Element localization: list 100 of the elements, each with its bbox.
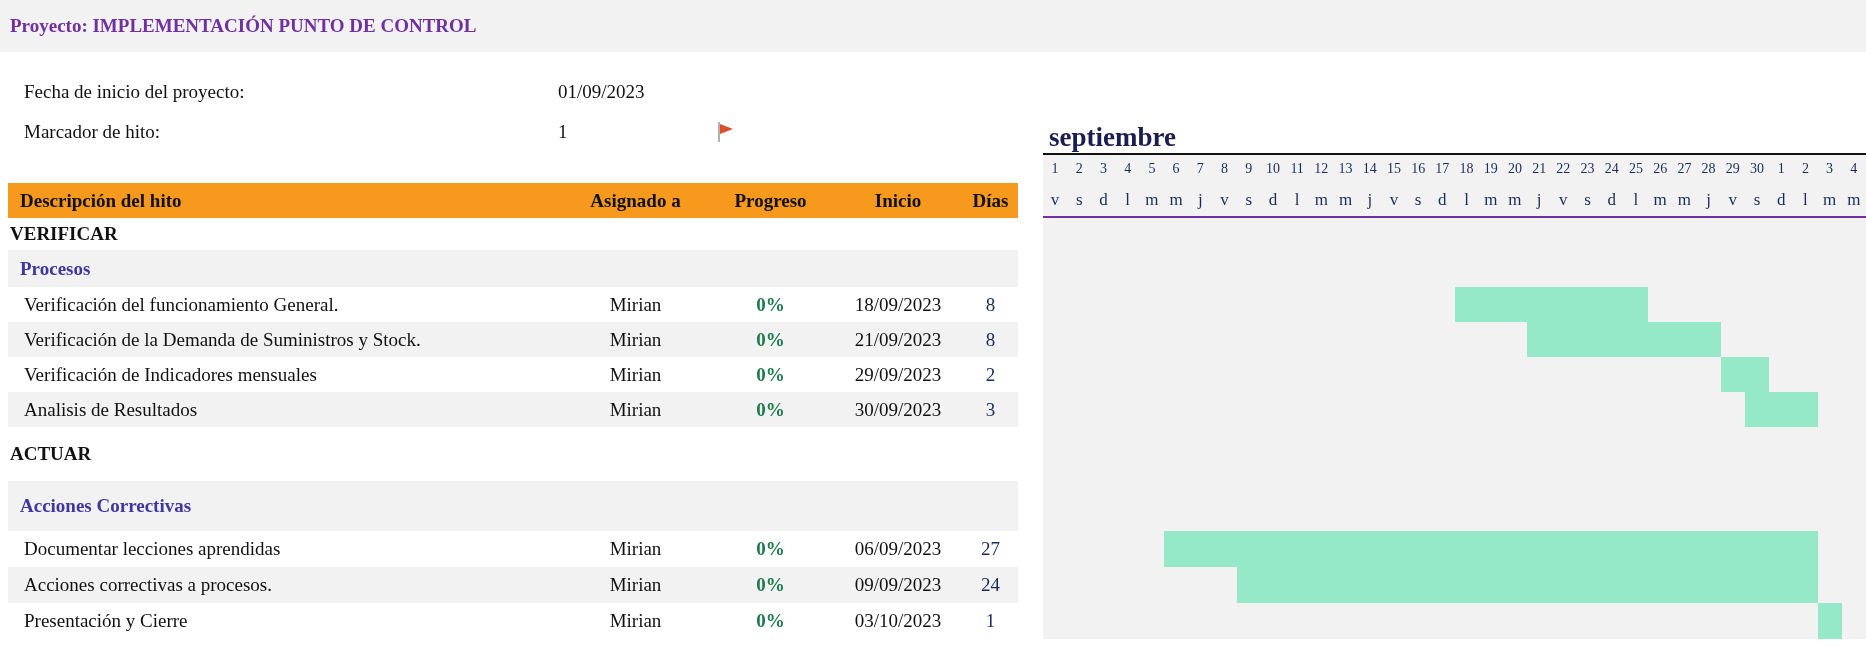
day-number: 18 xyxy=(1458,161,1475,177)
weekday-label: s xyxy=(1244,189,1254,210)
column-header: Inicio xyxy=(873,189,923,212)
day-number: 9 xyxy=(1244,161,1254,177)
weekday-label: d xyxy=(1267,189,1279,210)
day-number: 17 xyxy=(1434,161,1451,177)
weekday-label: m xyxy=(1168,189,1184,210)
weekday-label: m xyxy=(1676,189,1692,210)
table-cell-text: 0% xyxy=(755,574,786,596)
table-cell-text: Presentación y Cierre xyxy=(23,610,189,632)
table-cell-text: 18/09/2023 xyxy=(853,293,943,316)
table-cell-text: Mirian xyxy=(608,574,663,596)
day-number: 1 xyxy=(1776,161,1786,177)
weekday-label: d xyxy=(1606,189,1617,210)
weekday-label: s xyxy=(1075,189,1084,210)
column-header: Días xyxy=(971,189,1010,212)
table-cell-text: 0% xyxy=(755,363,786,386)
flag-icon xyxy=(718,122,734,142)
weekday-label: j xyxy=(1535,189,1543,210)
day-number: 3 xyxy=(1825,161,1835,177)
table-cell-text: 1 xyxy=(984,610,997,632)
table-cell-text: Mirian xyxy=(608,363,663,386)
weekday-label: m xyxy=(1337,189,1354,210)
day-number: 22 xyxy=(1555,161,1572,177)
table-cell-text: 0% xyxy=(755,538,786,560)
day-number: 30 xyxy=(1749,161,1765,177)
weekday-label: d xyxy=(1775,189,1787,210)
day-number: 8 xyxy=(1220,161,1229,177)
table-cell-text: Documentar lecciones aprendidas xyxy=(23,538,282,560)
table-cell-text: 0% xyxy=(755,293,786,316)
day-number: 28 xyxy=(1700,161,1717,177)
table-cell-text: 03/10/2023 xyxy=(853,610,943,632)
table-cell-text: 8 xyxy=(984,293,997,316)
table-cell-text: Mirian xyxy=(608,293,663,316)
day-number: 2 xyxy=(1074,161,1084,177)
table-cell-text: 30/09/2023 xyxy=(853,398,943,421)
weekday-label: m xyxy=(1313,189,1329,210)
weekday-label: d xyxy=(1098,189,1109,210)
table-cell-text: Mirian xyxy=(608,328,663,351)
weekday-label: m xyxy=(1822,189,1838,210)
table-cell-text: Mirian xyxy=(608,538,663,560)
weekday-label: m xyxy=(1144,189,1160,210)
table-cell-text: Analisis de Resultados xyxy=(23,398,199,421)
table-cell-text: 21/09/2023 xyxy=(853,328,943,351)
day-number: 14 xyxy=(1361,161,1378,177)
weekday-label: s xyxy=(1583,189,1592,210)
weekday-label: m xyxy=(1483,189,1499,210)
weekday-label: j xyxy=(1366,189,1374,210)
phase-title: ACTUAR xyxy=(9,443,92,465)
weekday-label: l xyxy=(1124,189,1132,210)
table-cell-text: Mirian xyxy=(608,610,663,632)
weekday-label: m xyxy=(1652,189,1668,210)
weekday-label: l xyxy=(1463,189,1470,210)
table-cell-text: Mirian xyxy=(608,398,663,421)
field-label: Fecha de inicio del proyecto: xyxy=(24,81,246,103)
day-number: 15 xyxy=(1385,161,1402,177)
day-number: 26 xyxy=(1652,161,1669,177)
weekday-label: v xyxy=(1388,189,1400,210)
day-number: 5 xyxy=(1147,161,1157,177)
weekday-label: s xyxy=(1413,189,1423,210)
group-title: Acciones Correctivas xyxy=(19,495,192,517)
phase-title: VERIFICAR xyxy=(9,223,118,245)
day-number: 3 xyxy=(1099,161,1108,177)
weekday-label: l xyxy=(1293,189,1301,210)
day-number: 7 xyxy=(1195,161,1205,177)
weekday-label: v xyxy=(1558,189,1569,210)
day-number: 6 xyxy=(1171,161,1181,177)
day-number: 16 xyxy=(1410,161,1427,177)
day-number: 1 xyxy=(1050,161,1060,177)
day-number: 19 xyxy=(1482,161,1499,177)
day-number: 27 xyxy=(1676,161,1693,177)
table-cell-text: 29/09/2023 xyxy=(853,363,943,386)
day-number: 11 xyxy=(1289,161,1305,177)
weekday-label: j xyxy=(1704,189,1712,210)
day-number: 29 xyxy=(1724,161,1741,177)
day-number: 20 xyxy=(1506,161,1523,177)
weekday-label: v xyxy=(1219,189,1230,210)
day-number: 23 xyxy=(1579,161,1596,177)
day-number: 10 xyxy=(1264,161,1281,177)
table-cell-text: 27 xyxy=(980,538,1001,560)
field-value: 01/09/2023 xyxy=(558,81,646,103)
field-label: Marcador de hito: xyxy=(24,121,162,143)
weekday-label: j xyxy=(1196,189,1204,210)
day-number: 4 xyxy=(1849,161,1859,177)
day-number: 24 xyxy=(1603,161,1620,177)
field-value: 1 xyxy=(558,121,569,143)
table-cell-text: 0% xyxy=(755,398,786,421)
table-cell-text: 06/09/2023 xyxy=(853,538,943,560)
table-cell-text: 0% xyxy=(755,610,786,632)
weekday-label: m xyxy=(1846,189,1862,210)
table-cell-text: Acciones correctivas a procesos. xyxy=(23,574,273,596)
day-number: 2 xyxy=(1800,161,1810,177)
weekday-label: d xyxy=(1437,189,1448,210)
weekday-label: v xyxy=(1727,189,1739,210)
table-cell-text: 2 xyxy=(984,363,997,386)
day-number: 12 xyxy=(1313,161,1330,177)
table-cell-text: Verificación de Indicadores mensuales xyxy=(23,363,318,386)
table-cell-text: 8 xyxy=(984,328,997,351)
month-label: septiembre xyxy=(1048,124,1176,153)
day-number: 4 xyxy=(1123,161,1133,177)
